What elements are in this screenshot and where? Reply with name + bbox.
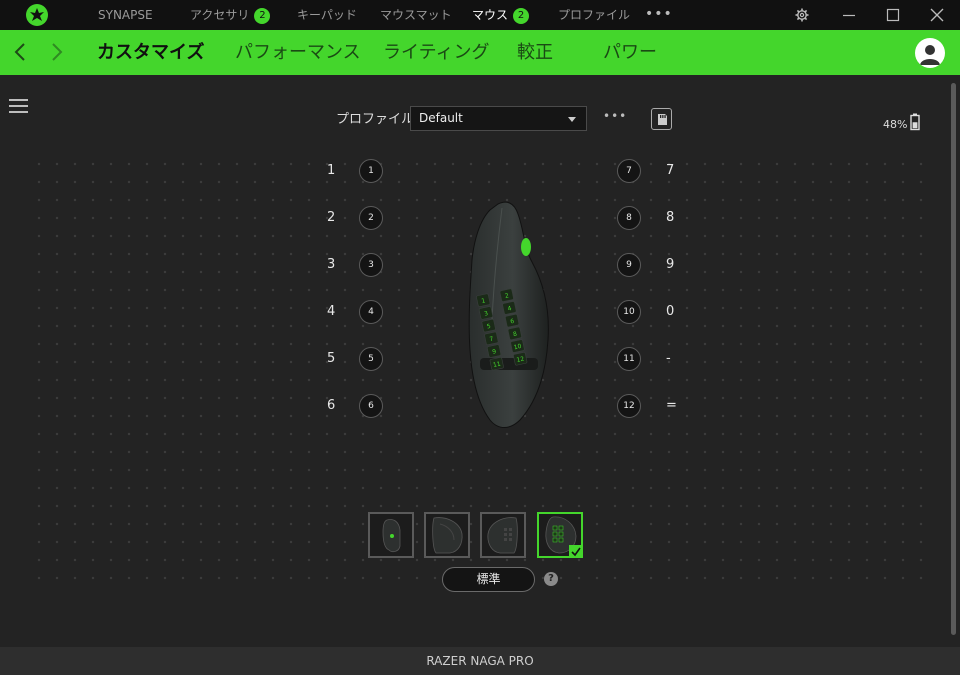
tab-lighting[interactable]: ライティング — [383, 30, 490, 75]
nav-mousemat[interactable]: マウスマット — [380, 0, 452, 30]
view-thumbnail-right-side[interactable] — [480, 512, 526, 558]
view-thumbnail-keypad-side[interactable] — [537, 512, 583, 558]
accessories-count-badge: 2 — [254, 8, 271, 24]
button-11-circle[interactable]: 11 — [617, 347, 641, 371]
nav-mouse[interactable]: マウス 2 — [472, 0, 530, 30]
hamburger-menu-icon[interactable] — [9, 98, 29, 114]
tab-calibration[interactable]: 較正 — [517, 30, 553, 75]
help-icon[interactable]: ? — [544, 572, 558, 586]
profile-dropdown[interactable]: Default — [410, 106, 587, 131]
nav-keypad[interactable]: キーパッド — [297, 0, 357, 30]
profile-more-button[interactable]: ••• — [603, 109, 627, 123]
button-8-circle[interactable]: 8 — [617, 206, 641, 230]
mouse-side-image: 1 2 3 4 5 6 7 8 9 10 11 12 — [462, 200, 557, 430]
standard-view-button[interactable]: 標準 — [442, 567, 535, 592]
button-4-circle[interactable]: 4 — [359, 300, 383, 324]
button-4-mapping: 4 — [327, 304, 336, 319]
button-7-mapping: 7 — [666, 163, 675, 178]
chevron-down-icon — [568, 117, 576, 122]
nav-more-button[interactable]: ••• — [645, 0, 673, 30]
button-5-mapping: 5 — [327, 351, 336, 366]
button-2-circle[interactable]: 2 — [359, 206, 383, 230]
view-thumbnail-top[interactable] — [368, 512, 414, 558]
button-12-mapping: = — [666, 398, 677, 413]
scrollbar[interactable] — [951, 83, 956, 635]
maximize-icon[interactable] — [878, 0, 908, 30]
button-12-circle[interactable]: 12 — [617, 394, 641, 418]
battery-level-text: 48% — [883, 118, 908, 131]
nav-accessories[interactable]: アクセサリ 2 — [190, 0, 271, 30]
mouse-count-badge: 2 — [513, 8, 530, 24]
button-10-mapping: 0 — [666, 304, 675, 319]
button-2-mapping: 2 — [327, 210, 336, 225]
button-1-mapping: 1 — [327, 163, 336, 178]
view-thumbnail-left-side[interactable] — [424, 512, 470, 558]
tab-bar: カスタマイズ パフォーマンス ライティング 較正 パワー — [0, 30, 960, 75]
button-9-mapping: 9 — [666, 257, 675, 272]
button-9-circle[interactable]: 9 — [617, 253, 641, 277]
button-11-mapping: - — [666, 351, 671, 366]
user-avatar-icon[interactable] — [915, 38, 945, 68]
button-6-circle[interactable]: 6 — [359, 394, 383, 418]
device-name: RAZER NAGA PRO — [426, 654, 534, 668]
tab-power[interactable]: パワー — [603, 30, 657, 75]
minimize-icon[interactable] — [834, 0, 864, 30]
profile-dropdown-value: Default — [419, 111, 463, 125]
button-10-circle[interactable]: 10 — [617, 300, 641, 324]
device-footer: RAZER NAGA PRO — [0, 647, 960, 675]
nav-synapse[interactable]: SYNAPSE — [98, 0, 153, 30]
title-bar: SYNAPSE アクセサリ 2 キーパッド マウスマット マウス 2 プロファイル … — [0, 0, 960, 30]
button-3-mapping: 3 — [327, 257, 336, 272]
button-5-circle[interactable]: 5 — [359, 347, 383, 371]
button-1-circle[interactable]: 1 — [359, 159, 383, 183]
settings-gear-icon[interactable] — [787, 0, 817, 30]
back-arrow-icon[interactable] — [9, 38, 33, 66]
forward-arrow-icon[interactable] — [44, 38, 68, 66]
onboard-memory-icon[interactable] — [651, 108, 672, 130]
selected-check-icon — [569, 545, 583, 558]
close-icon[interactable] — [922, 0, 952, 30]
button-3-circle[interactable]: 3 — [359, 253, 383, 277]
button-8-mapping: 8 — [666, 210, 675, 225]
razer-logo-icon[interactable] — [26, 4, 48, 26]
button-7-circle[interactable]: 7 — [617, 159, 641, 183]
tab-customize[interactable]: カスタマイズ — [97, 30, 204, 75]
battery-icon — [910, 113, 920, 131]
nav-profiles[interactable]: プロファイル — [558, 0, 630, 30]
button-6-mapping: 6 — [327, 398, 336, 413]
tab-performance[interactable]: パフォーマンス — [235, 30, 361, 75]
main-content: プロファイル Default ••• 48% 1 1 2 2 3 3 4 4 5… — [0, 75, 960, 647]
profile-label: プロファイル — [336, 112, 415, 127]
